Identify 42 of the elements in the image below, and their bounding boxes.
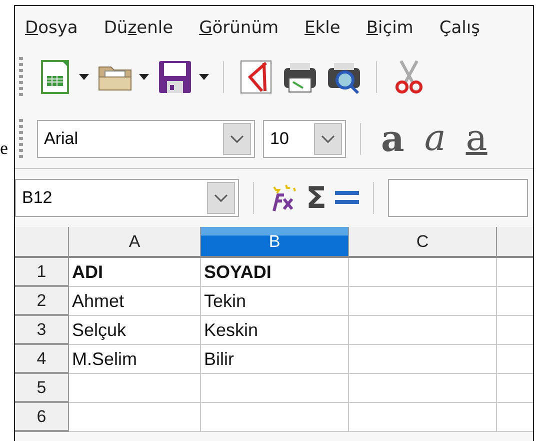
table-cell: M.Selim xyxy=(69,345,201,374)
row-header[interactable]: 5 xyxy=(15,374,69,403)
table-cell: Ahmet xyxy=(69,287,201,316)
corner-header[interactable] xyxy=(15,227,69,258)
chevron-icon xyxy=(214,194,228,202)
column-header[interactable] xyxy=(497,227,533,258)
name-box[interactable]: B12 xyxy=(15,179,239,217)
table-cell: SOYADI xyxy=(201,258,349,287)
font-size-field[interactable]: 10 xyxy=(263,120,346,158)
table-cell: Keskin xyxy=(201,316,349,345)
table-cell: ADI xyxy=(69,258,201,287)
equals-icon[interactable] xyxy=(334,191,358,205)
table-cell: Tekin xyxy=(201,287,349,316)
caret-icon[interactable] xyxy=(199,74,209,80)
menu-item[interactable]: Düzenle xyxy=(104,18,174,38)
menu-item[interactable]: Ekle xyxy=(304,18,340,38)
menu-item[interactable]: Dosya xyxy=(25,18,78,38)
column-header[interactable]: C xyxy=(349,227,497,258)
underline-button[interactable]: a xyxy=(460,121,494,157)
table-cell: Bilir xyxy=(201,345,349,374)
row-header[interactable]: 3 xyxy=(15,316,69,345)
sum-button[interactable]: Σ xyxy=(306,180,326,216)
caret-icon[interactable] xyxy=(79,74,89,80)
row-header[interactable]: 1 xyxy=(15,258,69,287)
bold-button[interactable]: a xyxy=(375,121,410,157)
menu-item[interactable]: Görünüm xyxy=(199,18,279,38)
pdf-icon[interactable] xyxy=(238,59,274,95)
formula-input[interactable] xyxy=(388,179,528,217)
chevron-icon xyxy=(230,135,244,143)
row-header[interactable]: 6 xyxy=(15,403,69,432)
row-header[interactable]: 2 xyxy=(15,287,69,316)
font-name-field[interactable]: Arial xyxy=(37,120,255,158)
menu-item[interactable]: Çalış xyxy=(439,18,480,38)
italic-button[interactable]: a xyxy=(418,121,452,157)
menu-item[interactable]: Biçim xyxy=(366,18,414,38)
column-header[interactable]: B xyxy=(201,227,349,258)
cut-off-text: e xyxy=(0,138,8,159)
row-header[interactable]: 4 xyxy=(15,345,69,374)
caret-icon[interactable] xyxy=(139,74,149,80)
column-header[interactable]: A xyxy=(69,227,201,258)
chevron-icon xyxy=(321,135,335,143)
table-cell: Selçuk xyxy=(69,316,201,345)
